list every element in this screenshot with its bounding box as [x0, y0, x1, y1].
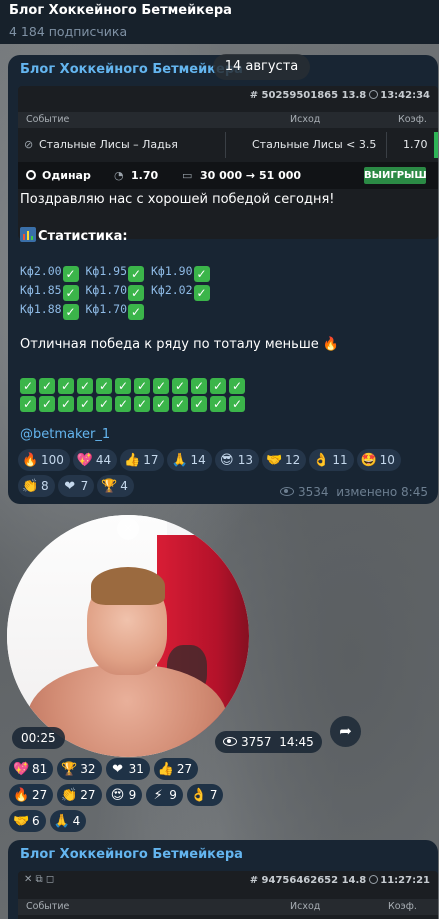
radio-icon [26, 170, 36, 180]
reaction-thumbs-up[interactable]: 👍 27 [153, 758, 199, 780]
fire-icon: 🔥 [322, 337, 340, 352]
view-count: 3534 [298, 485, 329, 499]
hockey-puck-icon: ⊘ [24, 138, 34, 151]
bet-slip-topbar: # 50259501865 13.8 13:42:34 [18, 86, 438, 108]
post-author[interactable]: Блог Хоккейного Бетмейкера [20, 62, 243, 77]
post-text-congrats: Поздравляю нас с хорошей победой сегодня… [20, 192, 335, 207]
header-event: Событие [26, 901, 70, 912]
chart-icon [20, 227, 36, 242]
kf-line: Кф1.88 ✓ Кф1.70 ✓ [20, 300, 145, 320]
check-icon: ✓ [193, 285, 210, 301]
check-row: ✓ ✓ ✓ ✓ ✓ ✓ ✓ ✓ ✓ ✓ ✓ ✓ [20, 372, 248, 394]
check-row: ✓ ✓ ✓ ✓ ✓ ✓ ✓ ✓ ✓ ✓ ✓ ✓ [20, 390, 248, 412]
check-icon: ✓ [128, 285, 145, 301]
eye-icon [280, 487, 295, 496]
check-icon: ✓ [128, 304, 145, 320]
toolbar-icons: ✕ ⧉ ◻ [24, 874, 55, 885]
reaction-handshake[interactable]: 🤝 6 [9, 810, 46, 832]
bet-event: Стальные Лисы – Ладья [39, 138, 178, 151]
check-icon: ✓ [62, 304, 79, 320]
video-message[interactable] [7, 515, 249, 757]
reaction-clap[interactable]: 👏 8 [18, 475, 55, 497]
muted-icon[interactable]: ✕ [117, 518, 139, 540]
bet-type: Одинар [42, 169, 91, 182]
channel-title: Блог Хоккейного Бетмейкера [9, 3, 232, 18]
reaction-heart[interactable]: ❤ 7 [57, 475, 95, 497]
win-indicator [434, 132, 438, 158]
bet-slip-summary: Одинар ◔ 1.70 ▭ 30 000 → 51 000 ВЫИГРЫШ [18, 162, 438, 189]
reactions-row: 🔥 27 👏 27 😍 9 ⚡ 9 👌 7 [9, 784, 227, 806]
bet-slip-header: Событие Исход Коэф. [18, 899, 438, 915]
check-icon: ✓ [128, 266, 145, 282]
check-icon: ✓ [62, 266, 79, 282]
reaction-heart-eyes[interactable]: 😍 9 [105, 784, 143, 806]
reaction-ok-hand[interactable]: 👌 11 [309, 449, 354, 471]
reaction-cool[interactable]: 😎 13 [214, 449, 260, 471]
video-duration: 00:25 [12, 727, 65, 749]
bet-slip-topbar: ✕ ⧉ ◻ # 94756462652 14.8 11:27:21 [18, 871, 438, 893]
reaction-fire[interactable]: 🔥 27 [9, 784, 54, 806]
eye-icon [223, 737, 237, 746]
reactions-row: 💖 81 🏆 32 ❤ 31 👍 27 [9, 758, 202, 780]
reaction-trophy[interactable]: 🏆 4 [97, 475, 134, 497]
video-time: 14:45 [279, 735, 314, 749]
mention-link[interactable]: @betmaker_1 [20, 426, 430, 444]
reaction-pray[interactable]: 🙏 14 [167, 449, 212, 471]
date-separator: 14 августа [213, 54, 310, 80]
total-coef: 1.70 [131, 169, 159, 182]
header-outcome: Исход [290, 114, 321, 125]
bet-slip-row: ⊘ Стальные Лисы – Ладья Стальные Лисы < … [18, 130, 438, 160]
reaction-pray[interactable]: 🙏 4 [49, 810, 87, 832]
check-icon: ✓ [62, 285, 79, 301]
reaction-fire[interactable]: 🔥 100 [18, 449, 70, 471]
bet-outcome: Стальные Лисы < 3.5 [252, 138, 377, 151]
message-bubble[interactable]: Блог Хоккейного Бетмейкера # 50259501865… [8, 55, 438, 504]
edited-label: изменено 8:45 [336, 485, 428, 499]
subscriber-count: 4 184 подписчика [9, 24, 128, 39]
video-views: 3757 [241, 735, 272, 749]
reaction-heart[interactable]: ❤ 31 [105, 758, 150, 780]
reaction-heart-sparkle[interactable]: 💖 81 [9, 758, 54, 780]
stats-heading: Статистика: [20, 227, 430, 246]
post-author[interactable]: Блог Хоккейного Бетмейкера [20, 847, 243, 862]
reactions-row: 🔥 100 💖 44 👍 17 🙏 14 😎 13 🤝 12 👌 11 🤩 10 [18, 449, 404, 471]
bet-coef: 1.70 [403, 138, 428, 151]
reaction-heart-sparkle[interactable]: 💖 44 [72, 449, 118, 471]
clock-icon [369, 90, 379, 99]
post-meta: 3534 изменено 8:45 [280, 485, 428, 499]
reaction-star-struck[interactable]: 🤩 10 [356, 449, 401, 471]
header-outcome: Исход [290, 901, 321, 912]
wallet-icon: ▭ [182, 169, 193, 182]
kf-line: Кф1.85 ✓ Кф1.70 ✓ Кф2.02 ✓ [20, 281, 210, 301]
bet-slip-header: Событие Исход Коэф. [18, 112, 438, 128]
share-arrow-icon[interactable]: ➦ [330, 716, 361, 747]
video-meta: 3757 14:45 [215, 731, 322, 753]
kf-line: Кф2.00 ✓ Кф1.95 ✓ Кф1.90 ✓ [20, 262, 210, 282]
message-bubble[interactable]: Блог Хоккейного Бетмейкера ✕ ⧉ ◻ # 94756… [8, 840, 438, 919]
reaction-trophy[interactable]: 🏆 32 [57, 758, 102, 780]
header-coef: Коэф. [398, 114, 427, 125]
bet-slip-image[interactable]: # 50259501865 13.8 13:42:34 Событие Исход… [18, 86, 438, 239]
channel-header[interactable]: Блог Хоккейного Бетмейкера 4 184 подписч… [0, 0, 439, 44]
reaction-ok-hand[interactable]: 👌 7 [186, 784, 224, 806]
reactions-row: 🤝 6 🙏 4 [9, 810, 90, 832]
stake-payout: 30 000 → 51 000 [200, 169, 302, 182]
reaction-lightning[interactable]: ⚡ 9 [146, 784, 183, 806]
post-text-win: Отличная победа к ряду по тоталу меньше … [20, 337, 340, 352]
check-icon: ✓ [193, 266, 210, 282]
reactions-row: 👏 8 ❤ 7 🏆 4 [18, 475, 137, 497]
bet-id: # 94756462652 14.8 11:27:21 [249, 875, 430, 886]
header-coef: Коэф. [388, 901, 417, 912]
clock-icon [369, 875, 379, 884]
reaction-handshake[interactable]: 🤝 12 [262, 449, 307, 471]
bet-id: # 50259501865 13.8 13:42:34 [249, 90, 430, 101]
win-badge: ВЫИГРЫШ [364, 167, 427, 184]
header-event: Событие [26, 114, 70, 125]
bet-slip-image[interactable]: ✕ ⧉ ◻ # 94756462652 14.8 11:27:21 Событие… [18, 871, 438, 919]
coef-icon: ◔ [114, 169, 124, 182]
reaction-thumbs-up[interactable]: 👍 17 [120, 449, 165, 471]
reaction-clap[interactable]: 👏 27 [57, 784, 102, 806]
